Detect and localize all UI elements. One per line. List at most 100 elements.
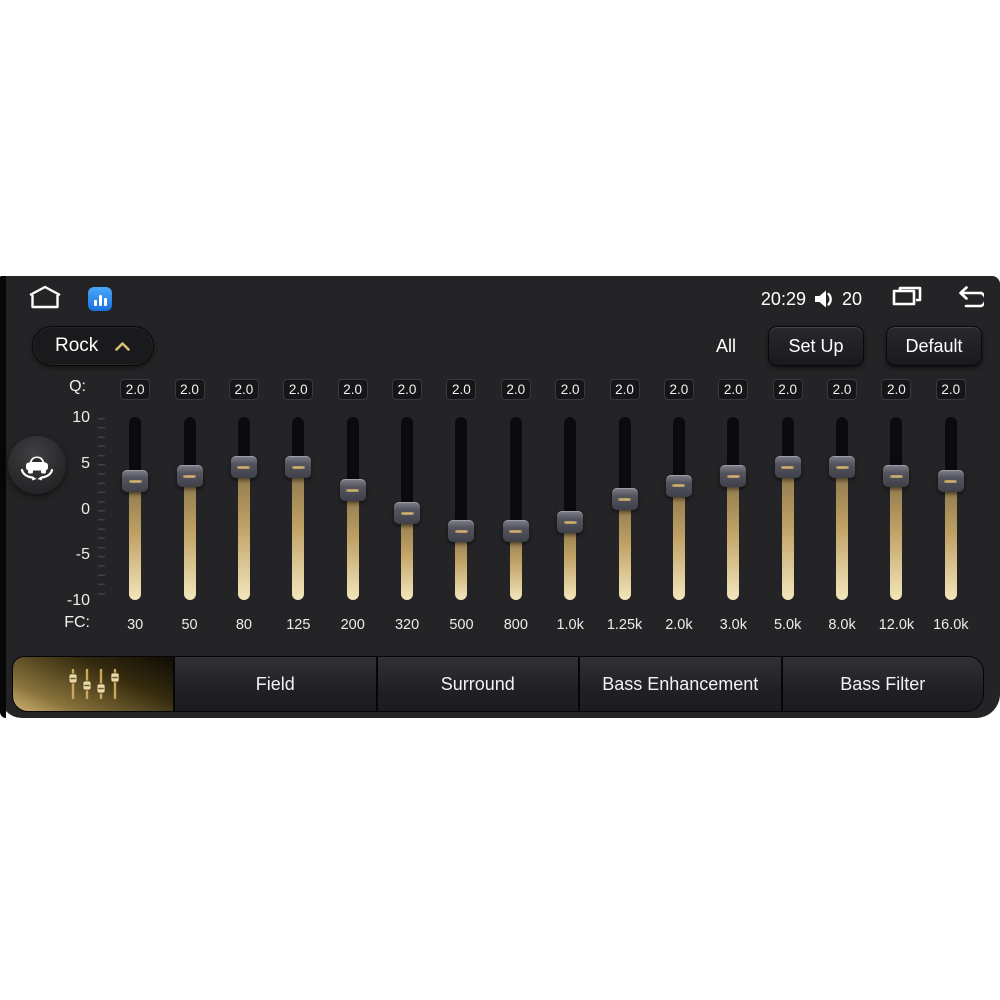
eq-band: 2.0 2.0k [652,372,706,647]
gain-slider[interactable] [557,417,584,600]
gain-slider[interactable] [937,417,964,600]
slider-track-filled[interactable] [618,499,631,600]
q-value: 2.0 [609,379,640,400]
slider-track-upper[interactable] [455,417,468,532]
q-value: 2.0 [827,379,858,400]
gain-slider[interactable] [448,417,475,600]
gain-scale-label: -5 [75,546,90,564]
gain-slider[interactable] [774,417,801,600]
home-icon[interactable] [26,283,64,315]
slider-handle[interactable] [339,479,366,502]
setup-button[interactable]: Set Up [768,326,864,366]
eq-band: 2.0 8.0k [815,372,869,647]
slider-track-upper[interactable] [509,417,522,532]
slider-handle[interactable] [285,456,312,479]
slider-handle[interactable] [394,502,421,525]
q-value: 2.0 [283,379,314,400]
slider-track-filled[interactable] [836,467,849,600]
slider-track-filled[interactable] [564,522,577,600]
slider-handle[interactable] [611,488,638,511]
slider-track-upper[interactable] [564,417,577,523]
frequency-label: 500 [449,617,474,633]
tab-surround[interactable]: Surround [375,657,578,711]
gain-slider[interactable] [285,417,312,600]
tab-bass-enhancement[interactable]: Bass Enhancement [578,657,781,711]
slider-handle[interactable] [720,465,747,488]
slider-handle[interactable] [448,520,475,543]
volume-icon[interactable] [812,288,836,310]
clock: 20:29 [760,288,806,309]
gain-slider[interactable] [883,417,910,600]
all-label[interactable]: All [716,336,736,357]
sound-position-car-button[interactable] [8,436,66,494]
tab-field[interactable]: Field [173,657,376,711]
gain-slider[interactable] [339,417,366,600]
gain-slider[interactable] [829,417,856,600]
q-value: 2.0 [500,379,531,400]
slider-handle[interactable] [122,470,149,493]
slider-handle[interactable] [774,456,801,479]
slider-track-filled[interactable] [129,481,142,600]
bottom-tab-bar: Field Surround Bass Enhancement Bass Fil… [12,656,984,712]
eq-band: 2.0 30 [108,372,162,647]
gain-slider[interactable] [665,417,692,600]
slider-handle[interactable] [665,474,692,497]
gain-slider[interactable] [122,417,149,600]
frequency-label: 1.25k [606,617,643,633]
slider-handle[interactable] [883,465,910,488]
gain-slider[interactable] [230,417,257,600]
gain-slider[interactable] [611,417,638,600]
preset-label: Rock [55,335,99,356]
q-value: 2.0 [772,379,803,400]
slider-track-filled[interactable] [727,476,740,600]
frequency-label: 5.0k [773,617,802,633]
tab-bass-filter[interactable]: Bass Filter [780,657,983,711]
recent-apps-icon[interactable] [890,284,924,315]
slider-handle[interactable] [829,456,856,479]
eq-band: 2.0 5.0k [761,372,815,647]
gain-slider[interactable] [176,417,203,600]
slider-track-filled[interactable] [401,513,414,600]
slider-track-filled[interactable] [944,481,957,600]
slider-track-upper[interactable] [401,417,414,514]
tab-label: Surround [440,673,515,694]
frequency-label: 320 [394,617,420,633]
slider-track-filled[interactable] [237,467,250,600]
gain-tick-marks [98,418,105,602]
tab-equalizer[interactable] [13,657,173,711]
q-value: 2.0 [935,379,966,400]
equalizer-app-icon[interactable] [88,287,112,311]
slider-handle[interactable] [557,511,584,534]
default-button[interactable]: Default [886,326,982,366]
slider-handle[interactable] [176,465,203,488]
gain-slider[interactable] [394,417,421,600]
gain-slider[interactable] [720,417,747,600]
eq-band: 2.0 1.0k [543,372,597,647]
bands: 2.0 30 2.0 50 2.0 80 2.0 125 2.0 200 2.0… [108,372,978,647]
chevron-up-icon [114,341,131,352]
frequency-label: 30 [127,617,144,633]
slider-track-filled[interactable] [292,467,305,600]
gain-scale-label: -10 [66,592,90,609]
slider-track-filled[interactable] [672,485,685,600]
slider-handle[interactable] [230,456,257,479]
slider-track-filled[interactable] [890,476,903,600]
frequency-label: 1.0k [556,617,584,633]
q-value: 2.0 [120,379,151,400]
gain-slider[interactable] [502,417,529,600]
slider-track-filled[interactable] [183,476,196,600]
frequency-label: 3.0k [719,617,748,633]
slider-track-upper[interactable] [618,417,631,500]
slider-track-filled[interactable] [346,490,359,600]
frequency-label: 800 [503,617,528,633]
slider-track-filled[interactable] [781,467,794,600]
frequency-label: 12.0k [878,617,915,633]
preset-dropdown[interactable]: Rock [32,326,155,366]
eq-band: 2.0 3.0k [706,372,760,647]
volume-value: 20 [841,288,862,309]
slider-handle[interactable] [937,470,964,493]
eq-band: 2.0 16.0k [924,372,978,647]
back-icon[interactable] [952,285,987,314]
slider-handle[interactable] [502,520,529,543]
equalizer-sliders-icon [60,666,126,702]
